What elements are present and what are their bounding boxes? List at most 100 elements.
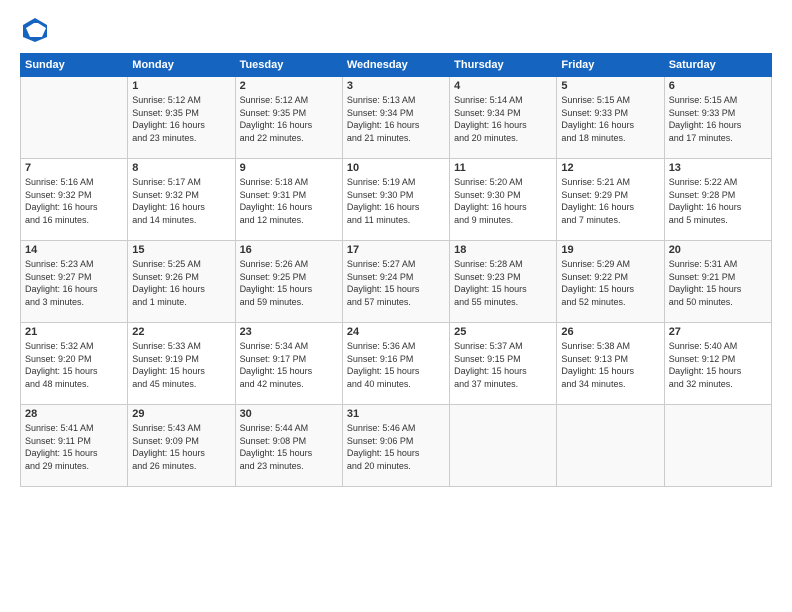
day-info: Sunrise: 5:46 AM Sunset: 9:06 PM Dayligh… (347, 422, 445, 472)
day-info: Sunrise: 5:18 AM Sunset: 9:31 PM Dayligh… (240, 176, 338, 226)
calendar-cell: 14Sunrise: 5:23 AM Sunset: 9:27 PM Dayli… (21, 241, 128, 323)
day-number: 13 (669, 162, 767, 174)
header-cell-monday: Monday (128, 54, 235, 77)
week-row-2: 7 Sunrise: 5:16 AM Sunset: 9:32 PM Daylig… (21, 159, 772, 241)
day-number: 18 (454, 244, 552, 256)
header-cell-sunday: Sunday (21, 54, 128, 77)
week-row-1: 1 Sunrise: 5:12 AM Sunset: 9:35 PM Daylig… (21, 77, 772, 159)
day-info: Sunrise: 5:15 AM Sunset: 9:33 PM Dayligh… (669, 94, 767, 144)
day-info: Sunrise: 5:26 AM Sunset: 9:25 PM Dayligh… (240, 258, 338, 308)
day-number: 16 (240, 244, 338, 256)
week-row-3: 14Sunrise: 5:23 AM Sunset: 9:27 PM Dayli… (21, 241, 772, 323)
day-info: Sunrise: 5:36 AM Sunset: 9:16 PM Dayligh… (347, 340, 445, 390)
calendar-cell: 5 Sunrise: 5:15 AM Sunset: 9:33 PM Daylig… (557, 77, 664, 159)
calendar-cell: 30 Sunrise: 5:44 AM Sunset: 9:08 PM Dayli… (235, 405, 342, 487)
calendar-cell: 24 Sunrise: 5:36 AM Sunset: 9:16 PM Dayli… (342, 323, 449, 405)
calendar-cell: 29 Sunrise: 5:43 AM Sunset: 9:09 PM Dayli… (128, 405, 235, 487)
day-info: Sunrise: 5:16 AM Sunset: 9:32 PM Dayligh… (25, 176, 123, 226)
day-info: Sunrise: 5:34 AM Sunset: 9:17 PM Dayligh… (240, 340, 338, 390)
calendar-table: SundayMondayTuesdayWednesdayThursdayFrid… (20, 53, 772, 487)
calendar-cell (21, 77, 128, 159)
day-number: 27 (669, 326, 767, 338)
day-number: 12 (561, 162, 659, 174)
day-number: 25 (454, 326, 552, 338)
calendar-cell: 25 Sunrise: 5:37 AM Sunset: 9:15 PM Dayli… (450, 323, 557, 405)
calendar-cell: 11Sunrise: 5:20 AM Sunset: 9:30 PM Dayli… (450, 159, 557, 241)
day-info: Sunrise: 5:43 AM Sunset: 9:09 PM Dayligh… (132, 422, 230, 472)
calendar-cell: 28Sunrise: 5:41 AM Sunset: 9:11 PM Dayli… (21, 405, 128, 487)
calendar-cell: 10 Sunrise: 5:19 AM Sunset: 9:30 PM Dayli… (342, 159, 449, 241)
calendar-cell: 26Sunrise: 5:38 AM Sunset: 9:13 PM Dayli… (557, 323, 664, 405)
day-info: Sunrise: 5:37 AM Sunset: 9:15 PM Dayligh… (454, 340, 552, 390)
day-number: 5 (561, 80, 659, 92)
calendar-body: 1 Sunrise: 5:12 AM Sunset: 9:35 PM Daylig… (21, 77, 772, 487)
header-cell-tuesday: Tuesday (235, 54, 342, 77)
day-number: 3 (347, 80, 445, 92)
day-info: Sunrise: 5:44 AM Sunset: 9:08 PM Dayligh… (240, 422, 338, 472)
day-number: 6 (669, 80, 767, 92)
day-number: 11 (454, 162, 552, 174)
day-number: 22 (132, 326, 230, 338)
day-info: Sunrise: 5:32 AM Sunset: 9:20 PM Dayligh… (25, 340, 123, 390)
day-number: 1 (132, 80, 230, 92)
calendar-cell: 3Sunrise: 5:13 AM Sunset: 9:34 PM Daylig… (342, 77, 449, 159)
day-number: 10 (347, 162, 445, 174)
day-info: Sunrise: 5:29 AM Sunset: 9:22 PM Dayligh… (561, 258, 659, 308)
calendar-cell (450, 405, 557, 487)
calendar-cell: 13 Sunrise: 5:22 AM Sunset: 9:28 PM Dayli… (664, 159, 771, 241)
day-info: Sunrise: 5:28 AM Sunset: 9:23 PM Dayligh… (454, 258, 552, 308)
day-number: 29 (132, 408, 230, 420)
day-number: 28 (25, 408, 123, 420)
calendar-cell: 18 Sunrise: 5:28 AM Sunset: 9:23 PM Dayli… (450, 241, 557, 323)
day-info: Sunrise: 5:23 AM Sunset: 9:27 PM Dayligh… (25, 258, 123, 308)
logo-icon (20, 15, 50, 45)
calendar-cell: 9 Sunrise: 5:18 AM Sunset: 9:31 PM Daylig… (235, 159, 342, 241)
calendar-cell: 22 Sunrise: 5:33 AM Sunset: 9:19 PM Dayli… (128, 323, 235, 405)
calendar-cell: 15 Sunrise: 5:25 AM Sunset: 9:26 PM Dayli… (128, 241, 235, 323)
calendar-page: SundayMondayTuesdayWednesdayThursdayFrid… (0, 0, 792, 612)
day-number: 2 (240, 80, 338, 92)
calendar-cell: 17 Sunrise: 5:27 AM Sunset: 9:24 PM Dayli… (342, 241, 449, 323)
calendar-cell: 19Sunrise: 5:29 AM Sunset: 9:22 PM Dayli… (557, 241, 664, 323)
day-number: 30 (240, 408, 338, 420)
day-info: Sunrise: 5:40 AM Sunset: 9:12 PM Dayligh… (669, 340, 767, 390)
day-info: Sunrise: 5:27 AM Sunset: 9:24 PM Dayligh… (347, 258, 445, 308)
header-cell-thursday: Thursday (450, 54, 557, 77)
day-info: Sunrise: 5:14 AM Sunset: 9:34 PM Dayligh… (454, 94, 552, 144)
day-info: Sunrise: 5:12 AM Sunset: 9:35 PM Dayligh… (132, 94, 230, 144)
day-info: Sunrise: 5:33 AM Sunset: 9:19 PM Dayligh… (132, 340, 230, 390)
day-info: Sunrise: 5:19 AM Sunset: 9:30 PM Dayligh… (347, 176, 445, 226)
day-number: 26 (561, 326, 659, 338)
calendar-cell: 31 Sunrise: 5:46 AM Sunset: 9:06 PM Dayli… (342, 405, 449, 487)
calendar-cell: 7 Sunrise: 5:16 AM Sunset: 9:32 PM Daylig… (21, 159, 128, 241)
calendar-cell: 2 Sunrise: 5:12 AM Sunset: 9:35 PM Daylig… (235, 77, 342, 159)
day-info: Sunrise: 5:15 AM Sunset: 9:33 PM Dayligh… (561, 94, 659, 144)
day-info: Sunrise: 5:12 AM Sunset: 9:35 PM Dayligh… (240, 94, 338, 144)
calendar-cell: 21 Sunrise: 5:32 AM Sunset: 9:20 PM Dayli… (21, 323, 128, 405)
week-row-4: 21 Sunrise: 5:32 AM Sunset: 9:20 PM Dayli… (21, 323, 772, 405)
day-info: Sunrise: 5:25 AM Sunset: 9:26 PM Dayligh… (132, 258, 230, 308)
day-number: 9 (240, 162, 338, 174)
calendar-cell (664, 405, 771, 487)
week-row-5: 28Sunrise: 5:41 AM Sunset: 9:11 PM Dayli… (21, 405, 772, 487)
day-info: Sunrise: 5:21 AM Sunset: 9:29 PM Dayligh… (561, 176, 659, 226)
calendar-cell: 8Sunrise: 5:17 AM Sunset: 9:32 PM Daylig… (128, 159, 235, 241)
header-cell-wednesday: Wednesday (342, 54, 449, 77)
day-number: 24 (347, 326, 445, 338)
calendar-cell (557, 405, 664, 487)
calendar-cell: 4 Sunrise: 5:14 AM Sunset: 9:34 PM Daylig… (450, 77, 557, 159)
header-cell-friday: Friday (557, 54, 664, 77)
day-number: 4 (454, 80, 552, 92)
day-info: Sunrise: 5:31 AM Sunset: 9:21 PM Dayligh… (669, 258, 767, 308)
day-number: 17 (347, 244, 445, 256)
day-number: 31 (347, 408, 445, 420)
calendar-cell: 20Sunrise: 5:31 AM Sunset: 9:21 PM Dayli… (664, 241, 771, 323)
day-number: 21 (25, 326, 123, 338)
day-info: Sunrise: 5:17 AM Sunset: 9:32 PM Dayligh… (132, 176, 230, 226)
calendar-cell: 12 Sunrise: 5:21 AM Sunset: 9:29 PM Dayli… (557, 159, 664, 241)
day-number: 15 (132, 244, 230, 256)
day-info: Sunrise: 5:22 AM Sunset: 9:28 PM Dayligh… (669, 176, 767, 226)
day-number: 7 (25, 162, 123, 174)
calendar-header: SundayMondayTuesdayWednesdayThursdayFrid… (21, 54, 772, 77)
header (20, 15, 772, 45)
